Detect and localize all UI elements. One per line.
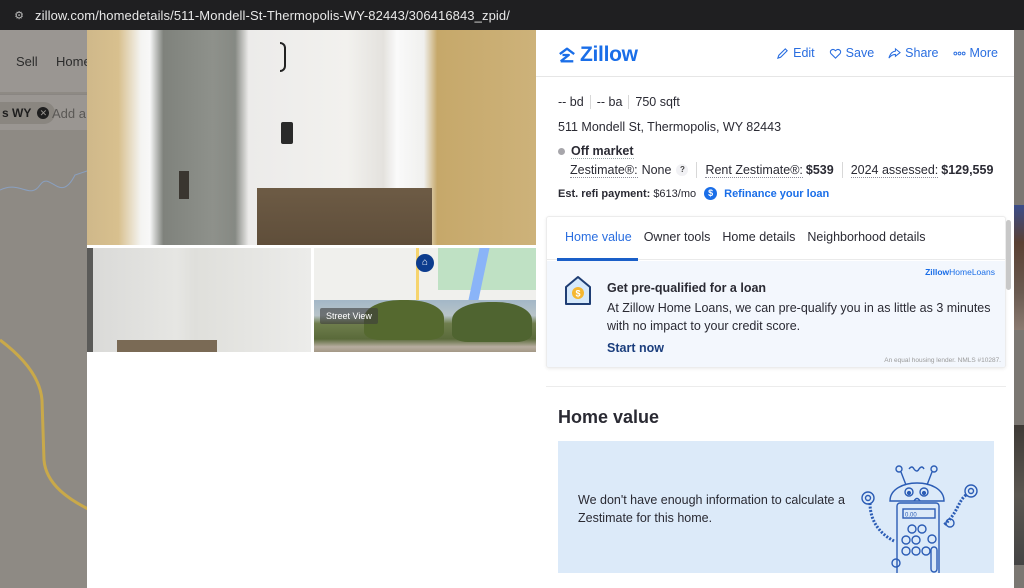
nav-sell: Sell: [16, 54, 38, 69]
baths-count: -- ba: [596, 95, 623, 109]
divider: [696, 162, 698, 178]
home-facts: -- bd -- ba 750 sqft: [558, 95, 680, 109]
listing-photo: [1014, 425, 1024, 565]
robot-display: 0.00: [905, 513, 917, 519]
map-street-view-thumbnail[interactable]: ⌂ Street View: [314, 248, 536, 352]
status-dot-icon: [558, 148, 565, 155]
home-tabs-card: Home value Owner tools Home details Neig…: [546, 216, 1006, 368]
header-actions: Edit Save Share More: [776, 46, 998, 60]
rent-zestimate-label[interactable]: Rent Zestimate®:: [705, 163, 803, 178]
street-view-label[interactable]: Street View: [320, 308, 378, 324]
refi-value: $613/mo: [653, 187, 697, 200]
refinance-link[interactable]: Refinance your loan: [724, 188, 829, 200]
home-pin-icon: ⌂: [416, 254, 434, 272]
brand-rest: HomeLoans: [949, 267, 995, 277]
edit-label: Edit: [793, 46, 815, 60]
listing-status: Off market: [558, 144, 634, 159]
zillow-logo[interactable]: Zillow: [558, 43, 638, 67]
photo-gallery: ⌂ Street View: [87, 30, 536, 588]
divider: [841, 162, 843, 178]
refi-label: Est. refi payment:: [558, 187, 651, 200]
tab-home-details[interactable]: Home details: [722, 217, 795, 260]
panel-scrollbar[interactable]: [1006, 220, 1011, 290]
more-dots-icon: [952, 51, 966, 55]
refi-row: Est. refi payment: $613/mo $ Refinance y…: [558, 187, 829, 200]
tab-owner-tools[interactable]: Owner tools: [644, 217, 711, 260]
tune-icon[interactable]: ⚙: [13, 9, 25, 22]
divider: [628, 95, 630, 109]
save-label: Save: [845, 46, 875, 60]
beds-count: -- bd: [558, 95, 584, 109]
tab-home-value[interactable]: Home value: [557, 217, 638, 261]
tab-neighborhood-details[interactable]: Neighborhood details: [807, 217, 925, 260]
url-text[interactable]: zillow.com/homedetails/511-Mondell-St-Th…: [35, 8, 510, 23]
help-icon[interactable]: ?: [676, 164, 689, 176]
add-filter-input: Add a: [52, 106, 86, 121]
sqft: 750 sqft: [635, 95, 680, 109]
tab-bar: Home value Owner tools Home details Neig…: [547, 217, 1005, 261]
no-zestimate-message: We don't have enough information to calc…: [578, 493, 845, 525]
rent-zestimate-value: $539: [805, 163, 834, 177]
panel-header: Zillow Edit Save Share More: [536, 30, 1014, 77]
address: 511 Mondell St, Thermopolis, WY 82443: [558, 120, 782, 134]
main-photo[interactable]: [87, 30, 536, 245]
divider: [589, 95, 591, 109]
no-zestimate-box: We don't have enough information to calc…: [558, 441, 994, 573]
home-value-section: Home value We don't have enough informat…: [546, 386, 1006, 588]
photo-door-edge: [87, 248, 93, 352]
location-chip: s WY ✕: [0, 102, 56, 124]
share-label: Share: [905, 46, 939, 60]
status-text[interactable]: Off market: [571, 144, 634, 159]
secondary-photo[interactable]: [87, 248, 311, 352]
more-button[interactable]: More: [952, 46, 998, 60]
photo-floor: [117, 340, 217, 352]
dollar-icon: $: [704, 187, 718, 200]
zestimate-value: None: [641, 163, 672, 177]
edit-button[interactable]: Edit: [776, 46, 815, 60]
zestimate-row: Zestimate®: None ? Rent Zestimate®: $539…: [570, 162, 993, 178]
start-now-link[interactable]: Start now: [607, 341, 664, 355]
share-icon: [888, 47, 902, 58]
browser-address-bar[interactable]: ⚙ zillow.com/homedetails/511-Mondell-St-…: [0, 0, 1024, 30]
photo-door-hinge: [179, 171, 189, 199]
zillow-logo-icon: [559, 47, 575, 63]
heart-icon: [829, 48, 841, 59]
background-map: [0, 169, 90, 512]
promo-body: At Zillow Home Loans, we can pre-qualify…: [607, 301, 991, 333]
pencil-icon: [777, 47, 789, 59]
listing-photo: [1014, 205, 1024, 330]
house-dollar-icon: $: [565, 276, 591, 305]
zillow-home-loans-logo: ZillowHomeLoans: [925, 267, 995, 277]
photo-floor: [257, 188, 432, 245]
assessed-label[interactable]: 2024 assessed:: [850, 163, 939, 178]
zestimate-label[interactable]: Zestimate®:: [570, 163, 638, 178]
promo-fine-print: An equal housing lender. NMLS #10287.: [884, 357, 1001, 364]
location-chip-label: s WY: [2, 106, 32, 120]
assessed-value: $129,559: [941, 163, 994, 177]
robot-calculator-icon: 0.00: [861, 465, 978, 573]
svg-text:$: $: [575, 289, 580, 299]
share-button[interactable]: Share: [888, 46, 939, 60]
prequal-promo: $ ZillowHomeLoans Get pre-qualified for …: [547, 261, 1005, 367]
nav-home: Home: [56, 54, 91, 69]
details-panel: Zillow Edit Save Share More -- bd -- ba: [536, 30, 1014, 588]
zillow-logo-text: Zillow: [580, 43, 638, 66]
photo-door-handle: [280, 42, 286, 72]
close-icon: ✕: [37, 107, 50, 119]
more-label: More: [969, 46, 998, 60]
photo-door-lock: [281, 122, 293, 144]
home-value-title: Home value: [558, 407, 660, 427]
save-button[interactable]: Save: [829, 46, 875, 60]
background-listing-strip: [1014, 30, 1024, 588]
brand-bold: Zillow: [925, 267, 950, 277]
promo-title: Get pre-qualified for a loan: [607, 281, 767, 295]
street-tree: [452, 302, 532, 342]
